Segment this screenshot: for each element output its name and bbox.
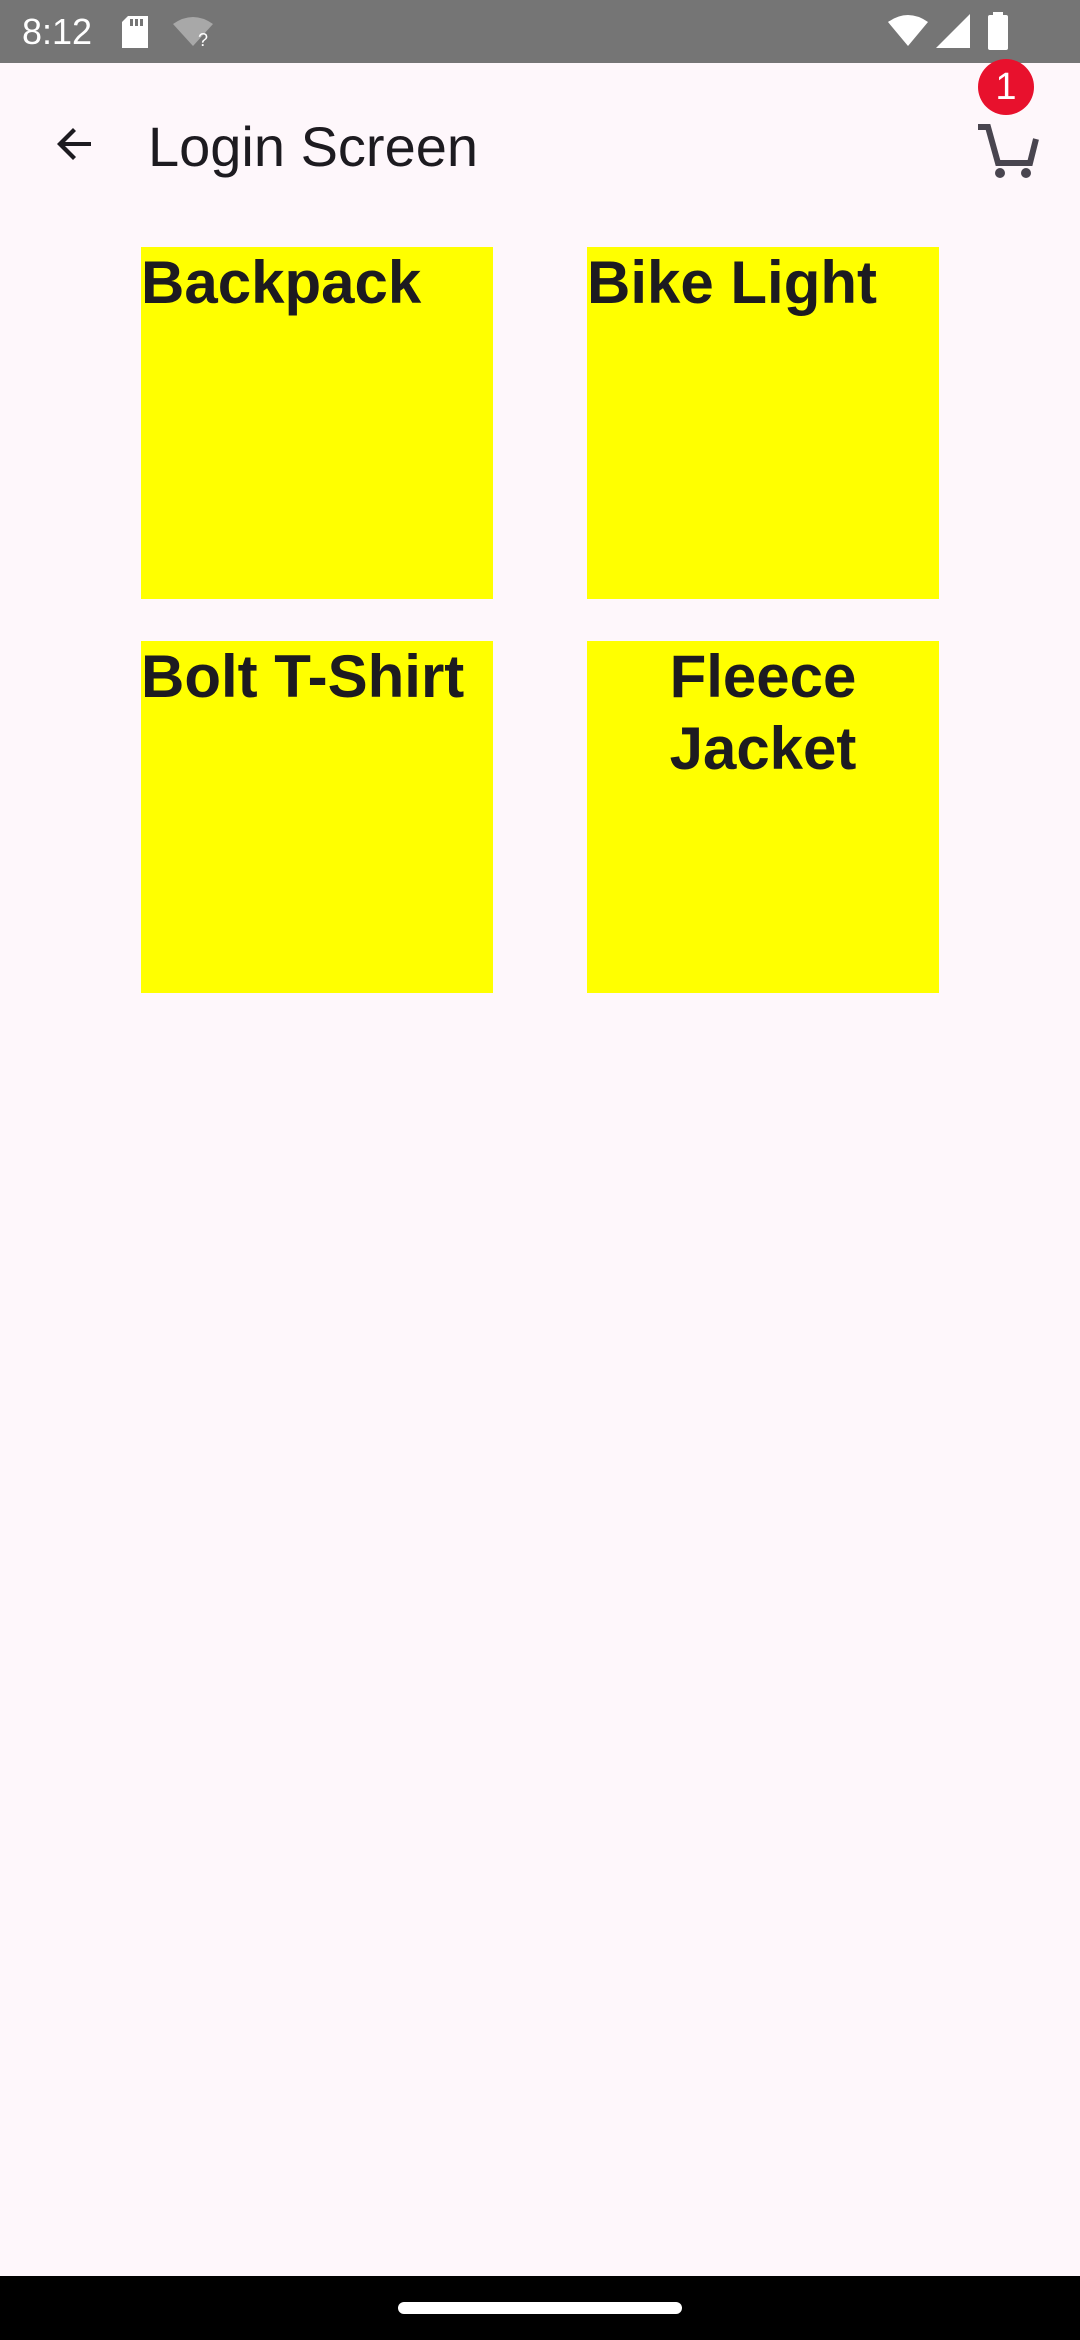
svg-text:?: ? (198, 30, 208, 48)
product-tile-backpack[interactable]: Backpack (141, 247, 493, 599)
status-time: 8:12 (22, 11, 93, 52)
product-name: Bike Light (587, 249, 878, 316)
battery-icon (988, 12, 1008, 50)
product-tile-fleece-jacket[interactable]: Fleece Jacket (587, 641, 939, 993)
back-button[interactable] (30, 99, 120, 189)
wifi-unknown-icon: ? (173, 17, 213, 48)
cart-button[interactable] (960, 107, 1050, 197)
cellular-signal-icon (936, 14, 970, 48)
product-tile-bolt-t-shirt[interactable]: Bolt T-Shirt (141, 641, 493, 993)
wifi-signal-icon (888, 15, 928, 46)
status-bar: 8:12 ? (0, 0, 1080, 63)
sd-card-icon (122, 16, 148, 48)
product-tile-bike-light[interactable]: Bike Light (587, 247, 939, 599)
product-name: Fleece Jacket (669, 643, 857, 782)
page-title: Login Screen (148, 115, 479, 178)
product-name: Backpack (141, 249, 422, 316)
cart-badge: 1 (978, 59, 1034, 115)
shopping-cart-icon (978, 124, 1039, 178)
app-bar: Login Screen (0, 63, 1080, 231)
home-indicator[interactable] (398, 2302, 682, 2314)
product-name: Bolt T-Shirt (141, 643, 465, 710)
arrow-back-icon (57, 128, 91, 160)
navigation-bar (0, 2276, 1080, 2340)
